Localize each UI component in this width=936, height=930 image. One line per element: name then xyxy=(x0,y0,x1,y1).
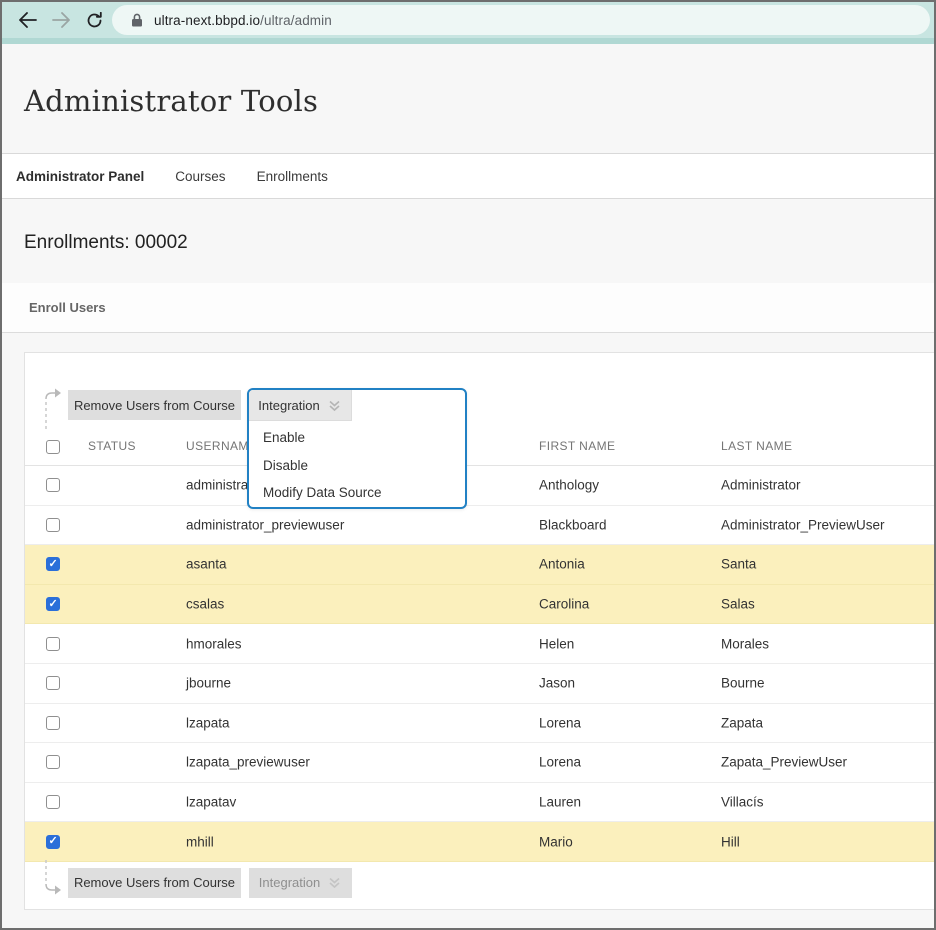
page-title: Administrator Tools xyxy=(2,44,934,118)
integration-dropdown-button[interactable]: Integration xyxy=(249,390,352,421)
row-checkbox[interactable] xyxy=(46,755,60,769)
section-title-band: Enrollments: 00002 xyxy=(2,199,934,283)
cell-last-name: Zapata_PreviewUser xyxy=(721,755,847,770)
cell-first-name: Anthology xyxy=(539,478,599,493)
table-toolbar-bottom: Remove Users from Course Integration xyxy=(25,862,936,911)
tab-administrator-panel[interactable]: Administrator Panel xyxy=(16,169,144,184)
cell-username: hmorales xyxy=(186,636,242,651)
page-header: Administrator Tools xyxy=(2,44,934,154)
table-row: csalas Carolina Salas xyxy=(25,585,936,625)
cell-last-name: Bourne xyxy=(721,676,765,691)
cell-last-name: Administrator_PreviewUser xyxy=(721,517,885,532)
lock-icon xyxy=(131,13,143,27)
double-chevron-down-icon xyxy=(327,875,342,890)
cell-username: csalas xyxy=(186,597,224,612)
remove-users-button-bottom[interactable]: Remove Users from Course xyxy=(68,868,241,898)
enrollments-table-card: Remove Users from Course STATUS USERNAME… xyxy=(24,352,936,910)
admin-tabbar: Administrator Panel Courses Enrollments xyxy=(2,154,934,199)
cell-username: lzapatav xyxy=(186,795,236,810)
row-checkbox[interactable] xyxy=(46,518,60,532)
enroll-users-label: Enroll Users xyxy=(29,300,106,315)
row-checkbox[interactable] xyxy=(46,637,60,651)
cell-first-name: Blackboard xyxy=(539,517,607,532)
integration-button-label: Integration xyxy=(259,875,320,890)
column-header-first-name[interactable]: FIRST NAME xyxy=(539,439,615,453)
menu-item-enable[interactable]: Enable xyxy=(249,424,465,452)
screenshot-frame: ultra-next.bbpd.io/ultra/admin Administr… xyxy=(0,0,936,930)
table-row: lzapata Lorena Zapata xyxy=(25,704,936,744)
tab-enrollments[interactable]: Enrollments xyxy=(257,169,328,184)
cell-first-name: Carolina xyxy=(539,597,589,612)
table-row: jbourne Jason Bourne xyxy=(25,664,936,704)
row-checkbox[interactable] xyxy=(46,676,60,690)
row-checkbox[interactable] xyxy=(46,478,60,492)
address-bar[interactable]: ultra-next.bbpd.io/ultra/admin xyxy=(112,5,930,35)
cell-last-name: Administrator xyxy=(721,478,801,493)
forward-icon[interactable] xyxy=(52,12,71,28)
integration-dropdown-open: Integration Enable Disable Modify Data S… xyxy=(247,388,467,509)
apply-to-selection-arrow-icon xyxy=(42,385,66,436)
cell-first-name: Antonia xyxy=(539,557,585,572)
table-row: lzapata_previewuser Lorena Zapata_Previe… xyxy=(25,743,936,783)
menu-item-modify-data-source[interactable]: Modify Data Source xyxy=(249,479,465,507)
cell-last-name: Salas xyxy=(721,597,755,612)
cell-last-name: Hill xyxy=(721,834,740,849)
cell-last-name: Villacís xyxy=(721,795,764,810)
table-row: administrator_previewuser Blackboard Adm… xyxy=(25,506,936,546)
row-checkbox[interactable] xyxy=(46,557,60,571)
table-row: hmorales Helen Morales xyxy=(25,624,936,664)
cell-last-name: Morales xyxy=(721,636,769,651)
cell-last-name: Santa xyxy=(721,557,756,572)
cell-first-name: Helen xyxy=(539,636,574,651)
column-header-status[interactable]: STATUS xyxy=(88,439,136,453)
tab-courses[interactable]: Courses xyxy=(175,169,225,184)
enroll-users-bar[interactable]: Enroll Users xyxy=(2,283,934,333)
table-header-row: STATUS USERNAME FIRST NAME LAST NAME xyxy=(25,431,936,466)
table-row: asanta Antonia Santa xyxy=(25,545,936,585)
cell-first-name: Lauren xyxy=(539,795,581,810)
cell-last-name: Zapata xyxy=(721,715,763,730)
cell-first-name: Lorena xyxy=(539,715,581,730)
row-checkbox[interactable] xyxy=(46,835,60,849)
cell-first-name: Lorena xyxy=(539,755,581,770)
select-all-checkbox[interactable] xyxy=(46,440,60,454)
url-text: ultra-next.bbpd.io/ultra/admin xyxy=(154,13,332,28)
integration-button-label: Integration xyxy=(258,398,319,413)
back-icon[interactable] xyxy=(18,12,37,28)
cell-username: lzapata_previewuser xyxy=(186,755,310,770)
table-toolbar-top: Remove Users from Course xyxy=(25,353,936,431)
column-header-last-name[interactable]: LAST NAME xyxy=(721,439,792,453)
remove-users-button-top[interactable]: Remove Users from Course xyxy=(68,390,241,420)
menu-item-disable[interactable]: Disable xyxy=(249,452,465,480)
integration-button-bottom[interactable]: Integration xyxy=(249,868,352,898)
apply-to-selection-arrow-icon xyxy=(42,860,66,905)
cell-username: lzapata xyxy=(186,715,230,730)
row-checkbox[interactable] xyxy=(46,716,60,730)
table-row: mhill Mario Hill xyxy=(25,822,936,862)
table-row: administrator Anthology Administrator xyxy=(25,466,936,506)
cell-first-name: Mario xyxy=(539,834,573,849)
integration-dropdown-menu: Enable Disable Modify Data Source xyxy=(249,424,465,507)
cell-username: administrator_previewuser xyxy=(186,517,344,532)
row-checkbox[interactable] xyxy=(46,597,60,611)
cell-username: jbourne xyxy=(186,676,231,691)
cell-username: asanta xyxy=(186,557,227,572)
double-chevron-down-icon xyxy=(327,398,342,413)
table-row: lzapatav Lauren Villacís xyxy=(25,783,936,823)
section-title: Enrollments: 00002 xyxy=(2,199,934,254)
row-checkbox[interactable] xyxy=(46,795,60,809)
cell-first-name: Jason xyxy=(539,676,575,691)
cell-username: mhill xyxy=(186,834,214,849)
browser-toolbar: ultra-next.bbpd.io/ultra/admin xyxy=(2,2,934,38)
refresh-icon[interactable] xyxy=(86,12,103,29)
